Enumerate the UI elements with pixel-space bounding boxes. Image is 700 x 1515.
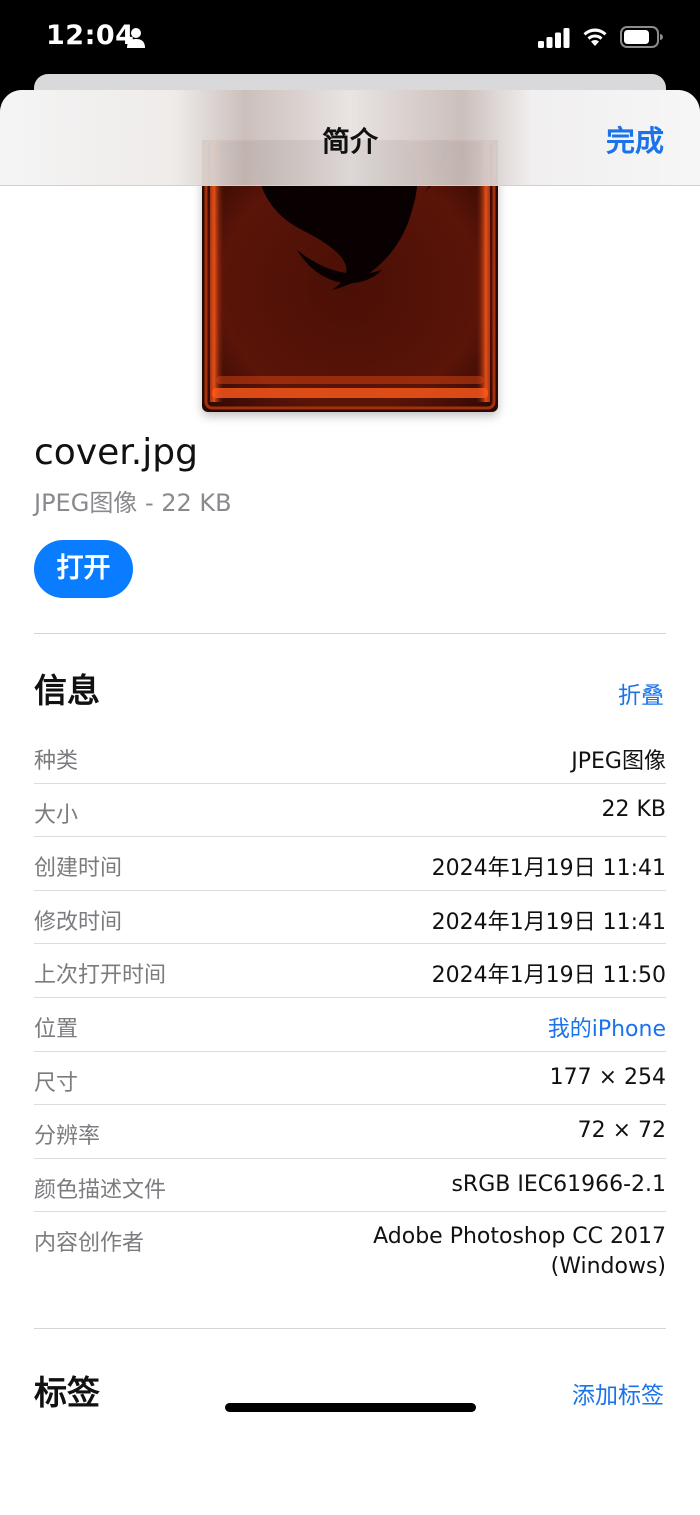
collapse-button[interactable]: 折叠 bbox=[618, 676, 664, 710]
info-label: 修改时间 bbox=[34, 909, 123, 935]
info-row-created: 创建时间 2024年1月19日 11:41 bbox=[34, 837, 666, 891]
divider bbox=[34, 633, 666, 634]
status-bar: 12:04 bbox=[0, 0, 700, 80]
file-name: cover.jpg bbox=[34, 432, 198, 473]
add-tags-button[interactable]: 添加标签 bbox=[572, 1376, 664, 1410]
open-button[interactable]: 打开 bbox=[34, 540, 133, 598]
home-indicator[interactable] bbox=[225, 1403, 476, 1412]
creator-line-1: Adobe Photoshop CC 2017 bbox=[373, 1224, 666, 1250]
info-sheet: 简介 完成 cover.jpg JPEG图像 - 22 KB 打开 信息 折叠 … bbox=[0, 90, 700, 1515]
info-value: 22 KB bbox=[601, 796, 666, 822]
info-value: 2024年1月19日 11:41 bbox=[431, 856, 666, 882]
info-row-resolution: 分辨率 72 × 72 bbox=[34, 1105, 666, 1159]
creator-line-2: (Windows) bbox=[550, 1254, 666, 1280]
wifi-icon bbox=[583, 28, 607, 46]
info-row-modified: 修改时间 2024年1月19日 11:41 bbox=[34, 891, 666, 945]
info-row-creator: 内容创作者 Adobe Photoshop CC 2017 (Windows) bbox=[34, 1212, 666, 1327]
info-value: 2024年1月19日 11:50 bbox=[431, 963, 666, 989]
info-label: 颜色描述文件 bbox=[34, 1177, 167, 1203]
info-label: 内容创作者 bbox=[34, 1231, 145, 1257]
status-time: 12:04 bbox=[46, 20, 135, 51]
info-value: 72 × 72 bbox=[577, 1118, 666, 1144]
info-list: 种类 JPEG图像 大小 22 KB 创建时间 2024年1月19日 11:41… bbox=[34, 730, 666, 1327]
info-row-size: 大小 22 KB bbox=[34, 784, 666, 838]
info-row-color-profile: 颜色描述文件 sRGB IEC61966-2.1 bbox=[34, 1159, 666, 1213]
info-row-last-opened: 上次打开时间 2024年1月19日 11:50 bbox=[34, 944, 666, 998]
info-label: 尺寸 bbox=[34, 1070, 79, 1096]
info-label: 分辨率 bbox=[34, 1124, 101, 1150]
nav-bar: 简介 完成 bbox=[0, 90, 700, 186]
tags-section-title: 标签 bbox=[34, 1373, 100, 1412]
nav-title: 简介 bbox=[321, 125, 378, 158]
info-label: 创建时间 bbox=[34, 856, 123, 882]
info-value: 2024年1月19日 11:41 bbox=[431, 909, 666, 935]
info-label: 位置 bbox=[34, 1016, 79, 1042]
file-subtitle: JPEG图像 - 22 KB bbox=[34, 489, 232, 517]
info-value: 177 × 254 bbox=[549, 1064, 666, 1090]
person-icon bbox=[127, 28, 145, 48]
info-label: 种类 bbox=[34, 749, 79, 774]
info-value: JPEG图像 bbox=[571, 749, 666, 774]
info-row-location: 位置 我的iPhone bbox=[34, 998, 666, 1052]
location-link[interactable]: 我的iPhone bbox=[548, 1011, 666, 1043]
info-label: 上次打开时间 bbox=[34, 963, 167, 989]
info-value: Adobe Photoshop CC 2017 (Windows) bbox=[373, 1222, 666, 1282]
info-row-dimensions: 尺寸 177 × 254 bbox=[34, 1052, 666, 1106]
info-value: sRGB IEC61966-2.1 bbox=[451, 1171, 666, 1197]
signal-icon bbox=[538, 28, 570, 48]
battery-icon bbox=[620, 26, 663, 48]
info-label: 大小 bbox=[34, 802, 79, 828]
divider bbox=[34, 1328, 666, 1329]
done-button[interactable]: 完成 bbox=[606, 118, 664, 160]
info-row-kind: 种类 JPEG图像 bbox=[34, 730, 666, 784]
info-section-title: 信息 bbox=[34, 671, 100, 710]
